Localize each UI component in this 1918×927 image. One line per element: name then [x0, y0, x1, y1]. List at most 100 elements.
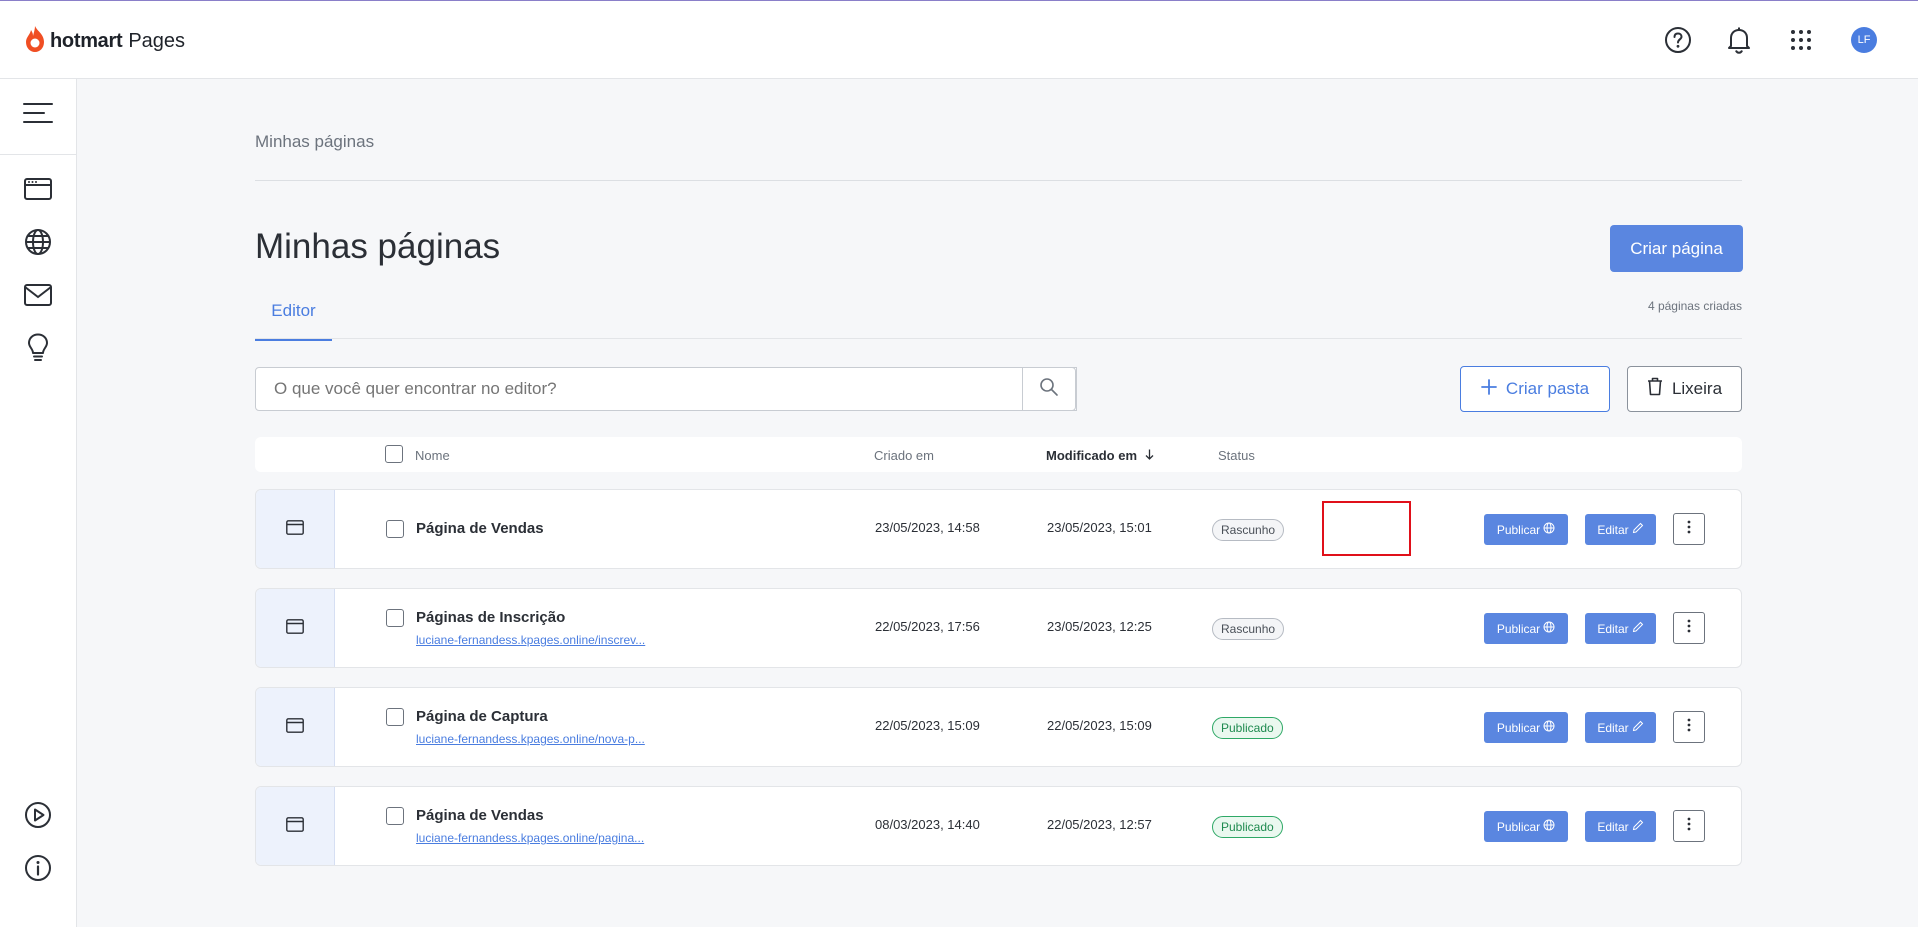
pages-icon[interactable] [23, 174, 53, 204]
edit-button[interactable]: Editar [1585, 712, 1656, 743]
table-row[interactable]: Página de Captura luciane-fernandess.kpa… [255, 687, 1742, 767]
sort-arrow-down-icon [1145, 448, 1154, 463]
created-date: 22/05/2023, 15:09 [875, 718, 980, 733]
status-badge: Rascunho [1212, 618, 1285, 640]
create-folder-label: Criar pasta [1505, 379, 1590, 398]
page-url-link[interactable]: luciane-fernandess.kpages.online/nova-p.… [416, 732, 645, 746]
modified-date: 22/05/2023, 12:57 [1047, 817, 1152, 832]
table-row[interactable]: Página de Vendas 23/05/2023, 14:58 23/05… [255, 489, 1742, 569]
brand-name: hotmart [50, 29, 123, 52]
search-button[interactable] [1022, 367, 1076, 411]
breadcrumb-divider [255, 180, 1742, 181]
trash-icon [1647, 377, 1663, 401]
row-checkbox[interactable] [386, 807, 404, 830]
mail-icon[interactable] [23, 280, 53, 310]
modified-date: 23/05/2023, 15:01 [1047, 520, 1152, 535]
top-header: hotmart Pages LF [0, 1, 1918, 79]
page-thumbnail [256, 787, 335, 865]
status-badge: Publicado [1212, 717, 1283, 739]
column-name[interactable]: Nome [415, 448, 450, 463]
play-icon[interactable] [23, 800, 53, 830]
tab-editor[interactable]: Editor [255, 301, 332, 341]
page-thumbnail [256, 589, 335, 667]
more-options-button[interactable] [1673, 711, 1705, 743]
kebab-icon [1687, 520, 1691, 539]
page-icon [286, 520, 304, 540]
globe-icon[interactable] [23, 227, 53, 257]
table-row[interactable]: Páginas de Inscrição luciane-fernandess.… [255, 588, 1742, 668]
edit-label: Editar [1597, 819, 1629, 834]
globe-icon [1543, 621, 1555, 636]
edit-label: Editar [1597, 720, 1629, 735]
avatar[interactable]: LF [1851, 27, 1877, 53]
column-status[interactable]: Status [1218, 448, 1255, 463]
search-icon [1039, 377, 1059, 402]
breadcrumb[interactable]: Minhas páginas [255, 132, 374, 152]
page-url-link[interactable]: luciane-fernandess.kpages.online/pagina.… [416, 831, 644, 845]
publish-label: Publicar [1496, 522, 1541, 537]
row-checkbox[interactable] [386, 708, 404, 731]
more-options-button[interactable] [1673, 810, 1705, 842]
edit-button[interactable]: Editar [1585, 613, 1656, 644]
column-modified-label: Modificado em [1046, 448, 1138, 463]
page-icon [286, 619, 304, 639]
pencil-icon [1632, 522, 1644, 537]
apps-grid-icon[interactable] [1786, 25, 1816, 55]
edit-button[interactable]: Editar [1585, 811, 1656, 842]
help-icon[interactable] [1663, 25, 1693, 55]
pencil-icon [1632, 819, 1644, 834]
kebab-icon [1687, 619, 1691, 638]
publish-label: Publicar [1496, 720, 1541, 735]
row-checkbox[interactable] [386, 520, 404, 543]
publish-button[interactable]: Publicar [1484, 514, 1568, 545]
create-page-button[interactable]: Criar página [1610, 225, 1743, 272]
page-icon [286, 817, 304, 837]
sidebar-divider [0, 154, 77, 155]
trash-label: Lixeira [1671, 379, 1723, 398]
hotmart-pages-logo[interactable]: hotmart Pages [24, 23, 185, 59]
modified-date: 22/05/2023, 15:09 [1047, 718, 1152, 733]
pages-count: 4 páginas criadas [1647, 299, 1742, 313]
info-icon[interactable] [23, 853, 53, 883]
page-title: Minhas páginas [255, 227, 501, 266]
page-thumbnail [256, 490, 335, 568]
page-name[interactable]: Página de Captura [416, 708, 548, 725]
bell-icon[interactable] [1724, 25, 1754, 55]
column-modified[interactable]: Modificado em [1046, 448, 1154, 463]
edit-label: Editar [1597, 522, 1629, 537]
kebab-icon [1687, 718, 1691, 737]
modified-date: 23/05/2023, 12:25 [1047, 619, 1152, 634]
flame-icon [24, 25, 46, 58]
menu-icon[interactable] [23, 98, 53, 128]
row-checkbox[interactable] [386, 609, 404, 632]
edit-button[interactable]: Editar [1585, 514, 1656, 545]
table-row[interactable]: Página de Vendas luciane-fernandess.kpag… [255, 786, 1742, 866]
column-created[interactable]: Criado em [874, 448, 934, 463]
more-options-button[interactable] [1673, 513, 1705, 545]
create-folder-button[interactable]: Criar pasta [1460, 366, 1610, 412]
publish-label: Publicar [1496, 819, 1541, 834]
product-name: Pages [128, 29, 186, 52]
search-input[interactable] [255, 367, 1077, 411]
page-url-link[interactable]: luciane-fernandess.kpages.online/inscrev… [416, 633, 645, 647]
page-thumbnail [256, 688, 335, 766]
table-header: Nome Criado em Modificado em Status [255, 437, 1742, 472]
more-options-button[interactable] [1673, 612, 1705, 644]
kebab-icon [1687, 817, 1691, 836]
status-badge: Publicado [1212, 816, 1283, 838]
trash-button[interactable]: Lixeira [1627, 366, 1742, 412]
tabs-divider [255, 338, 1742, 339]
publish-button[interactable]: Publicar [1484, 811, 1568, 842]
select-all-checkbox[interactable] [385, 445, 403, 466]
publish-button[interactable]: Publicar [1484, 613, 1568, 644]
page-name[interactable]: Páginas de Inscrição [416, 609, 565, 626]
created-date: 08/03/2023, 14:40 [875, 817, 980, 832]
page-name[interactable]: Página de Vendas [416, 520, 544, 537]
publish-button[interactable]: Publicar [1484, 712, 1568, 743]
lightbulb-icon[interactable] [23, 333, 53, 363]
publish-label: Publicar [1496, 621, 1541, 636]
page-name[interactable]: Página de Vendas [416, 807, 544, 824]
created-date: 22/05/2023, 17:56 [875, 619, 980, 634]
page-icon [286, 718, 304, 738]
status-badge: Rascunho [1212, 519, 1285, 541]
